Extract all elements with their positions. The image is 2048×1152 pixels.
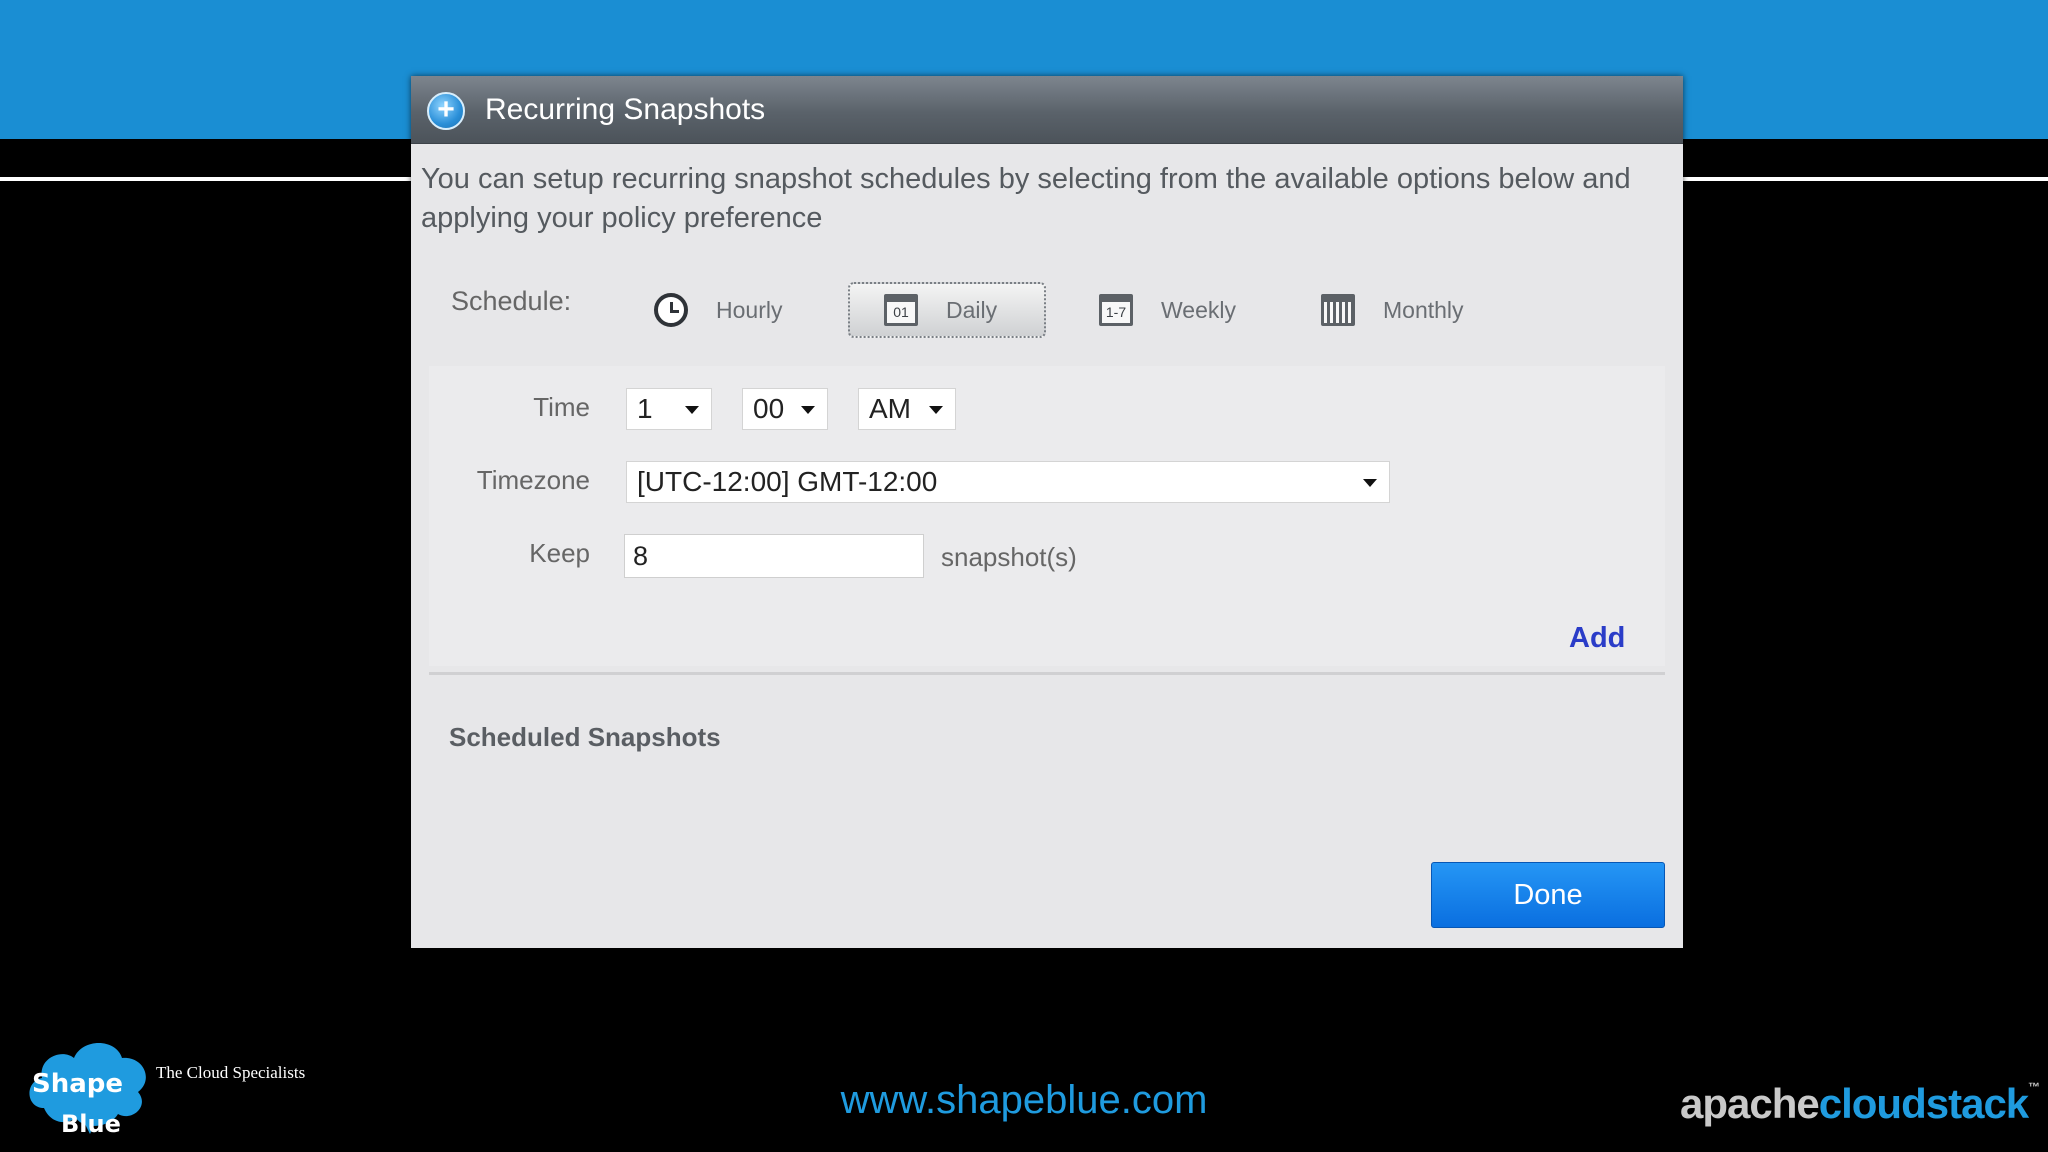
hour-value: 1	[637, 393, 653, 424]
tab-label: Hourly	[716, 296, 783, 323]
keep-suffix: snapshot(s)	[941, 542, 1077, 572]
recurring-snapshots-dialog: + Recurring Snapshots You can setup recu…	[411, 76, 1683, 948]
tab-hourly[interactable]: Hourly	[654, 282, 782, 338]
daily-schedule-panel	[429, 366, 1665, 666]
brand-cloudstack: cloudstack	[1818, 1080, 2029, 1127]
keep-label: Keep	[529, 538, 590, 568]
chevron-down-icon	[801, 406, 815, 414]
minute-select[interactable]: 00	[742, 388, 828, 430]
tab-label: Monthly	[1383, 296, 1464, 323]
section-divider	[429, 672, 1665, 675]
calendar-day-icon: 01	[884, 294, 918, 326]
timezone-select[interactable]: [UTC-12:00] GMT-12:00	[626, 461, 1390, 503]
chevron-down-icon	[685, 406, 699, 414]
calendar-month-icon	[1321, 294, 1355, 326]
dialog-titlebar: + Recurring Snapshots	[411, 76, 1683, 144]
tab-weekly[interactable]: 1-7 Weekly	[1099, 282, 1236, 338]
meridiem-value: AM	[869, 393, 911, 424]
clock-icon	[654, 293, 688, 327]
done-button[interactable]: Done	[1431, 862, 1665, 928]
brand-apache: apache	[1680, 1080, 1820, 1127]
time-label: Time	[533, 392, 590, 422]
timezone-label: Timezone	[476, 465, 590, 495]
meridiem-select[interactable]: AM	[858, 388, 956, 430]
add-circle-icon: +	[427, 92, 465, 130]
tab-monthly[interactable]: Monthly	[1321, 282, 1464, 338]
apache-cloudstack-logo: apachecloudstack™	[1680, 1080, 2040, 1128]
schedule-label: Schedule:	[451, 286, 572, 316]
tab-daily[interactable]: 01 Daily	[848, 282, 1046, 338]
keep-input[interactable]	[624, 534, 924, 578]
timezone-value: [UTC-12:00] GMT-12:00	[637, 466, 938, 497]
add-schedule-link[interactable]: Add	[1569, 622, 1625, 655]
minute-value: 00	[753, 393, 785, 424]
intro-text: You can setup recurring snapshot schedul…	[421, 163, 1631, 234]
hour-select[interactable]: 1	[626, 388, 712, 430]
chevron-down-icon	[1363, 479, 1377, 487]
scheduled-snapshots-heading: Scheduled Snapshots	[449, 722, 721, 752]
tab-label: Daily	[946, 296, 998, 323]
tab-label: Weekly	[1161, 296, 1236, 323]
chevron-down-icon	[929, 406, 943, 414]
dialog-title: Recurring Snapshots	[485, 93, 766, 126]
calendar-week-icon: 1-7	[1099, 294, 1133, 326]
brand-trademark: ™	[2028, 1080, 2040, 1094]
